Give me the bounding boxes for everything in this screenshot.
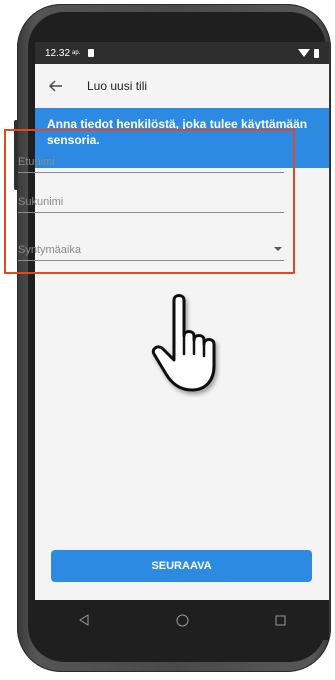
status-icons xyxy=(298,48,319,58)
birthdate-placeholder: Syntymäaika xyxy=(18,244,81,256)
pointer-hand-icon xyxy=(151,294,216,392)
back-arrow-icon[interactable] xyxy=(49,77,77,96)
wifi-icon xyxy=(298,49,310,57)
status-bar: 12.32 ap. xyxy=(35,42,329,64)
app-bar: Luo uusi tili xyxy=(35,64,329,108)
status-ampm: ap. xyxy=(72,50,81,56)
form-highlight: Etunimi Sukunimi Syntymäaika xyxy=(4,129,295,274)
birthdate-select[interactable]: Syntymäaika xyxy=(18,244,284,261)
first-name-placeholder: Etunimi xyxy=(18,156,55,168)
status-time: 12.32 xyxy=(45,47,71,59)
chevron-down-icon xyxy=(274,247,282,251)
next-button[interactable]: SEURAAVA xyxy=(51,550,312,582)
first-name-field[interactable]: Etunimi xyxy=(18,156,284,173)
last-name-field[interactable]: Sukunimi xyxy=(18,196,284,213)
page-title: Luo uusi tili xyxy=(87,79,148,93)
last-name-placeholder: Sukunimi xyxy=(18,196,64,208)
battery-icon xyxy=(314,48,319,58)
notification-icon xyxy=(88,49,95,57)
